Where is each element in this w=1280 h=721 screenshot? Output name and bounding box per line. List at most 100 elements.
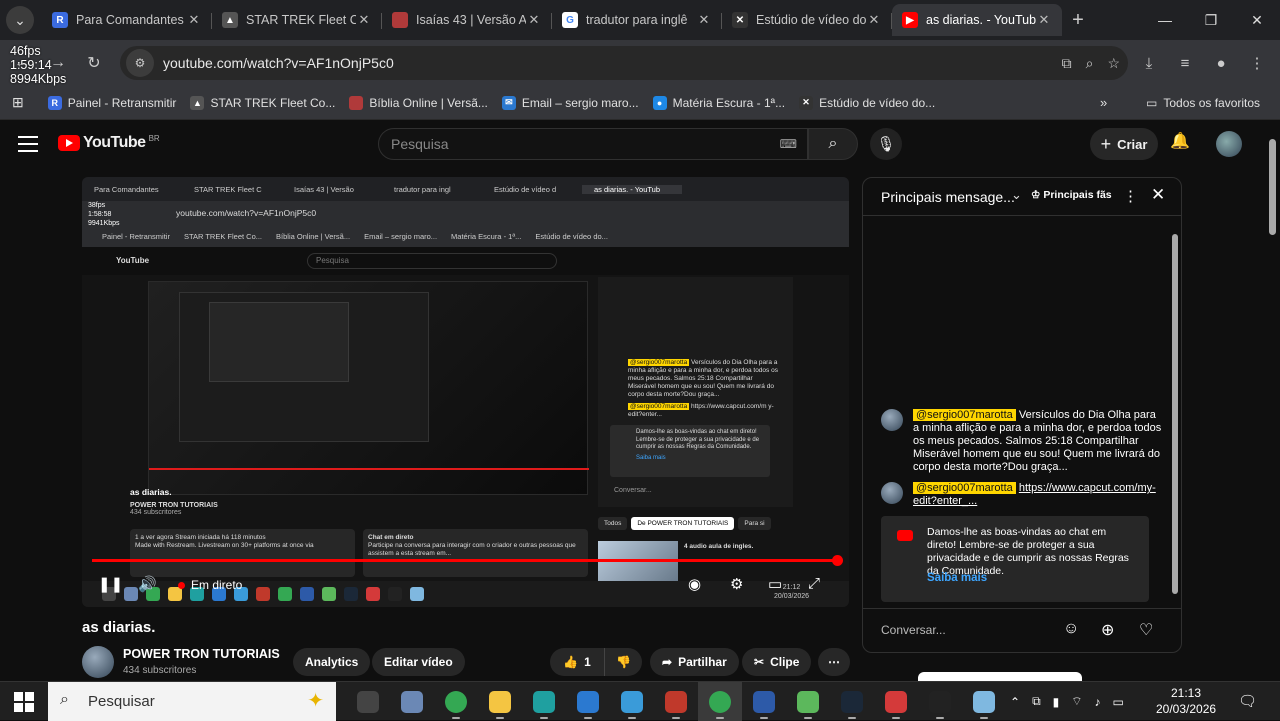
browser-tab[interactable]: ▲ STAR TREK Fleet Co ✕ [212, 4, 382, 36]
video-player[interactable]: Para Comandantes STAR TREK Fleet C Isaías … [82, 177, 849, 607]
reload-icon[interactable]: ↻ [80, 49, 108, 77]
chat-user-avatar[interactable] [881, 409, 903, 431]
browser-tab[interactable]: ▶ as diarias. - YouTub ✕ [892, 4, 1062, 36]
analytics-button[interactable]: Analytics [293, 648, 371, 676]
close-chat-icon[interactable]: ✕ [1151, 185, 1165, 205]
taskbar-clock[interactable]: 21:13 20/03/2026 [1156, 685, 1216, 717]
pause-icon[interactable]: ❚❚ [98, 575, 123, 593]
maximize-button[interactable]: ❐ [1188, 0, 1234, 40]
clip-button[interactable]: ✂ Clipe [742, 648, 812, 676]
account-avatar[interactable] [1216, 131, 1242, 157]
chat-input[interactable]: Conversar... [881, 623, 946, 637]
channel-name[interactable]: POWER TRON TUTORIAIS [123, 647, 280, 661]
bookmark-star-icon[interactable]: ☆ [1107, 55, 1120, 72]
emoji-icon[interactable]: ☺ [1063, 620, 1079, 638]
search-button[interactable]: ⌕ [808, 128, 858, 160]
zoom-icon[interactable]: ⌕ [1086, 55, 1094, 72]
taskbar-app-racing-game[interactable] [874, 682, 918, 721]
taskbar-app-steam[interactable] [830, 682, 874, 721]
tray-overflow-icon[interactable]: ⌃ [1010, 695, 1020, 709]
share-button[interactable]: ➦ Partilhar [650, 648, 739, 676]
edit-video-button[interactable]: Editar vídeo [372, 648, 465, 676]
bookmark-item[interactable]: Bíblia Online | Versã... [349, 95, 488, 110]
media-control-icon[interactable]: ≡ [1172, 55, 1198, 72]
page-scrollbar[interactable] [1266, 121, 1280, 681]
taskbar-app-powershell[interactable] [742, 682, 786, 721]
add-icon[interactable]: ⊕ [1101, 620, 1114, 640]
close-tab-icon[interactable]: ✕ [526, 12, 542, 28]
learn-more-link[interactable]: Saiba mais [927, 572, 987, 584]
fullscreen-icon[interactable]: ⤢ [808, 575, 820, 592]
install-app-icon[interactable]: ⧉ [1062, 55, 1072, 72]
theater-mode-icon[interactable]: ▭ [768, 575, 782, 593]
close-tab-icon[interactable]: ✕ [866, 12, 882, 28]
bookmark-item[interactable]: ● Matéria Escura - 1ª... [652, 95, 785, 110]
progress-bar[interactable] [92, 555, 843, 566]
download-icon[interactable]: ⤓ [1136, 55, 1162, 72]
taskbar-app-file-explorer[interactable] [478, 682, 522, 721]
top-fans-button[interactable]: ♔ Principais fãs [1031, 189, 1112, 201]
volume-tray-icon[interactable]: ♪ [1095, 695, 1101, 709]
vpn-icon[interactable]: ⧉ [1032, 694, 1041, 709]
taskbar-app-capcut[interactable] [918, 682, 962, 721]
close-tab-icon[interactable]: ✕ [1036, 12, 1052, 28]
url-text[interactable]: youtube.com/watch?v=AF1nOnjP5c0 [163, 55, 394, 71]
taskbar-app-task-view[interactable] [346, 682, 390, 721]
page-scroll-thumb[interactable] [1269, 139, 1276, 235]
keyboard-icon[interactable]: ⌨ [780, 137, 797, 151]
more-actions-button[interactable]: ⋯ [818, 648, 850, 676]
bookmark-item[interactable]: ▲ STAR TREK Fleet Co... [190, 95, 335, 110]
usb-icon[interactable]: ▮ [1053, 695, 1060, 709]
battery-icon[interactable]: ▭ [1113, 695, 1124, 709]
more-bookmarks-icon[interactable]: » [1100, 95, 1107, 110]
scrubber-handle[interactable] [832, 555, 843, 566]
chat-author[interactable]: @sergio007marotta [913, 482, 1016, 494]
windows-start-icon[interactable] [14, 692, 34, 712]
taskbar-app-torrent[interactable] [786, 682, 830, 721]
new-tab-button[interactable]: + [1062, 4, 1094, 36]
close-tab-icon[interactable]: ✕ [186, 12, 202, 28]
wifi-icon[interactable]: ⌔ [1071, 694, 1082, 709]
chat-more-icon[interactable]: ⋮ [1123, 187, 1138, 205]
menu-kebab-icon[interactable]: ⋮ [1244, 54, 1270, 72]
taskbar-app-camera-app[interactable] [654, 682, 698, 721]
all-favorites-folder[interactable]: ▭ Todos os favoritos [1146, 96, 1260, 110]
omnibox[interactable]: ⚙ youtube.com/watch?v=AF1nOnjP5c0 ⧉ ⌕ ☆ [120, 46, 1128, 80]
taskbar-app-chrome[interactable] [434, 682, 478, 721]
taskbar-app-chrome-active[interactable] [698, 682, 742, 721]
close-tab-icon[interactable]: ✕ [696, 12, 712, 28]
browser-tab[interactable]: Gtradutor para inglê ✕ [552, 4, 722, 36]
chat-mode-title[interactable]: Principais mensage... [881, 189, 1015, 205]
browser-tab[interactable]: ✕ Estúdio de vídeo do ✕ [722, 4, 892, 36]
bookmark-item[interactable]: ✉ Email – sergio maro... [501, 95, 639, 110]
taskbar-app-mail[interactable] [566, 682, 610, 721]
dislike-button[interactable]: 👎 [604, 648, 642, 676]
heart-icon[interactable]: ♡ [1139, 620, 1153, 640]
taskbar-app-files[interactable] [390, 682, 434, 721]
notifications-bell-icon[interactable]: 🔔 [1170, 131, 1190, 151]
close-tab-icon[interactable]: ✕ [356, 12, 372, 28]
taskbar-app-edge[interactable] [522, 682, 566, 721]
tab-search-button[interactable]: ⌄ [6, 6, 34, 34]
settings-gear-icon[interactable]: ⚙ [730, 575, 743, 593]
search-input[interactable]: Pesquisa ⌨ [378, 128, 808, 160]
bookmark-item[interactable]: ✕ Estúdio de vídeo do... [799, 95, 935, 110]
profile-icon[interactable]: ● [1208, 55, 1234, 72]
like-button[interactable]: 👍 1 [550, 648, 604, 676]
voice-search-button[interactable]: 🎙 [870, 128, 902, 160]
channel-avatar[interactable] [82, 646, 114, 678]
close-window-button[interactable]: ✕ [1234, 0, 1280, 40]
chevron-down-icon[interactable]: ⌄ [1011, 187, 1022, 203]
create-button[interactable]: + Criar [1090, 128, 1158, 160]
apps-grid-icon[interactable]: ⊞ [12, 94, 24, 111]
chat-user-avatar[interactable] [881, 482, 903, 504]
bookmark-item[interactable]: R Painel - Retransmitir [47, 95, 176, 110]
chat-scroll-thumb[interactable] [1172, 234, 1178, 594]
chat-scrollbar[interactable] [1169, 222, 1179, 606]
browser-tab[interactable]: R Para Comandantes ✕ [42, 4, 212, 36]
taskbar-app-notes[interactable] [962, 682, 1006, 721]
taskbar-app-photos[interactable] [610, 682, 654, 721]
hamburger-menu-icon[interactable] [18, 133, 38, 155]
volume-icon[interactable]: 🔊 [138, 575, 157, 593]
browser-tab[interactable]: Isaías 43 | Versão A ✕ [382, 4, 552, 36]
